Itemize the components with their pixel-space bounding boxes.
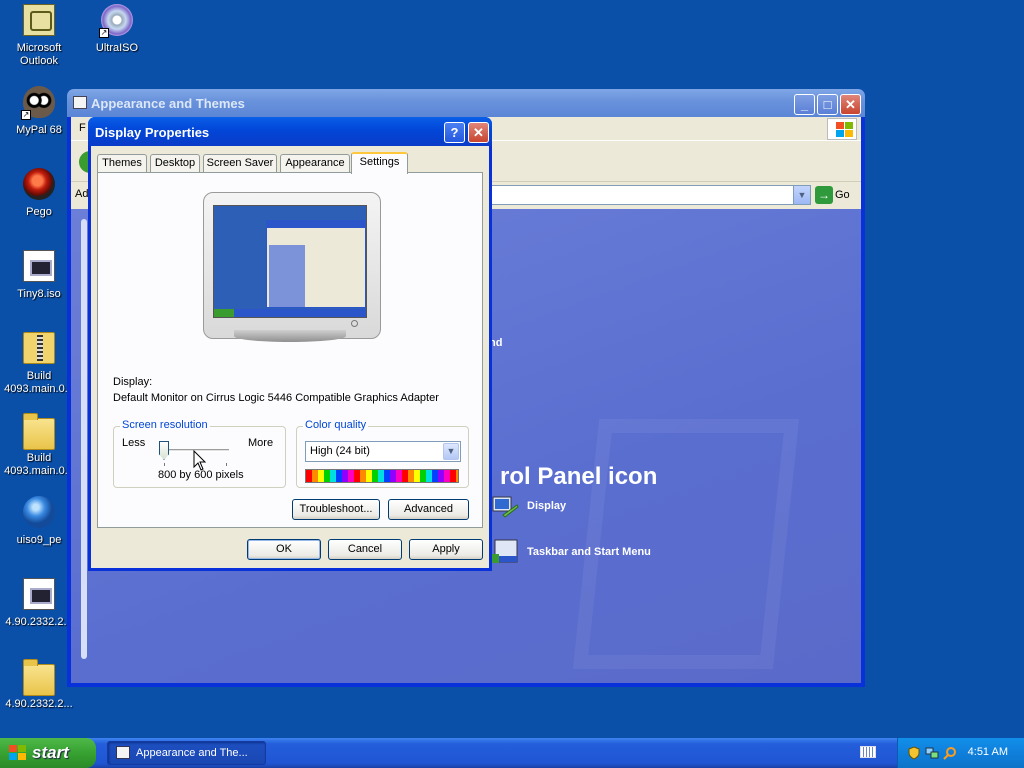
display-icon [492, 496, 519, 518]
preview-taskbar [214, 309, 366, 317]
control-panel-icon [116, 746, 130, 759]
color-quality-caption: Color quality [303, 419, 369, 431]
red-orb-icon [23, 168, 55, 200]
slider-less-label: Less [122, 437, 146, 449]
dialog-close-button[interactable]: ✕ [468, 122, 489, 143]
zip-folder-icon [23, 332, 55, 364]
taskbar-item-label: Appearance and The... [136, 747, 248, 759]
taskbar: start Appearance and The... 4:51 AM [0, 738, 1024, 768]
settings-panel: Display: Default Monitor on Cirrus Logic… [97, 172, 483, 528]
monitor-screen [213, 205, 367, 318]
apply-button[interactable]: Apply [409, 539, 483, 560]
desktop-icon-label: 4.90.2332.2... [5, 698, 73, 710]
iso-file-icon [23, 250, 55, 282]
display-properties-dialog: Display Properties ? ✕ Themes Desktop Sc… [88, 117, 492, 571]
security-shield-icon[interactable] [907, 746, 921, 760]
tab-appearance[interactable]: Appearance [280, 154, 350, 173]
go-label: Go [835, 189, 850, 201]
chevron-down-icon[interactable]: ▼ [793, 186, 810, 204]
system-tray: 4:51 AM [897, 738, 1024, 768]
ok-button[interactable]: OK [247, 539, 321, 560]
windows-logo-icon [9, 745, 27, 761]
go-button[interactable]: → Go [815, 185, 851, 205]
address-label: Ad [75, 188, 89, 200]
search-icon[interactable] [943, 746, 957, 760]
task-pane [81, 219, 87, 659]
screen-resolution-caption: Screen resolution [120, 419, 210, 431]
maximize-button[interactable]: □ [817, 94, 838, 115]
monitor-preview [203, 192, 381, 339]
slider-tick [164, 463, 165, 466]
tab-screen-saver[interactable]: Screen Saver [203, 154, 277, 173]
start-label: start [32, 743, 69, 762]
globe-icon [23, 496, 55, 528]
help-button[interactable]: ? [444, 122, 465, 143]
folder-icon [23, 659, 55, 696]
resolution-slider-thumb[interactable] [159, 441, 169, 460]
desktop-icon-outlook[interactable]: Microsoft Outlook [0, 4, 78, 68]
network-icon[interactable] [925, 746, 939, 760]
menu-file[interactable]: F [79, 122, 86, 134]
cancel-button[interactable]: Cancel [328, 539, 402, 560]
tab-settings[interactable]: Settings [351, 152, 408, 174]
display-link[interactable]: Display [527, 500, 566, 512]
color-quality-value: High (24 bit) [310, 445, 370, 457]
address-input[interactable]: ▼ [491, 185, 811, 205]
keyboard-icon[interactable] [860, 746, 876, 758]
close-button[interactable]: ✕ [840, 94, 861, 115]
preview-start [214, 309, 234, 317]
explorer-title: Appearance and Themes [91, 96, 245, 111]
cd-icon: ↗ [99, 4, 133, 38]
dialog-titlebar[interactable]: Display Properties [88, 117, 492, 146]
desktop-icon-label: Microsoft Outlook [16, 42, 62, 67]
outlook-icon [23, 4, 55, 36]
mouse-cursor-icon [193, 450, 207, 471]
raccoon-icon: ↗ [21, 86, 55, 120]
taskbar-link[interactable]: Taskbar and Start Menu [527, 546, 651, 558]
desktop-icon-ultraiso[interactable]: ↗ UltraISO [78, 4, 156, 55]
explorer-titlebar[interactable]: Appearance and Themes [67, 89, 865, 117]
display-label: Display: [113, 376, 153, 388]
slider-more-label: More [248, 437, 274, 449]
watermark-graphic [572, 419, 800, 669]
go-arrow-icon: → [815, 186, 833, 204]
tab-desktop[interactable]: Desktop [150, 154, 200, 173]
preview-window [266, 220, 366, 308]
color-quality-group: Color quality High (24 bit) ▼ [296, 419, 469, 488]
windows-logo-icon [827, 118, 857, 140]
tab-themes[interactable]: Themes [97, 154, 147, 173]
taskbar-item-appearance[interactable]: Appearance and The... [107, 741, 266, 765]
page-heading: rol Panel icon [500, 463, 658, 490]
advanced-button[interactable]: Advanced [388, 499, 469, 520]
power-knob-icon [351, 320, 358, 327]
clock: 4:51 AM [967, 746, 1008, 758]
desktop-icon-label: UltraISO [95, 42, 139, 54]
folder-icon [23, 413, 55, 450]
minimize-button[interactable]: _ [794, 94, 815, 115]
dialog-title: Display Properties [95, 125, 210, 140]
dialog-body: Themes Desktop Screen Saver Appearance S… [91, 146, 489, 568]
iso-file-icon [23, 578, 55, 610]
control-panel-icon [73, 96, 87, 109]
display-adapter-value: Default Monitor on Cirrus Logic 5446 Com… [113, 392, 439, 404]
color-spectrum-bar [305, 469, 459, 483]
start-button[interactable]: start [0, 738, 96, 768]
monitor-stand [234, 330, 346, 342]
troubleshoot-button[interactable]: Troubleshoot... [292, 499, 380, 520]
slider-tick [226, 463, 227, 466]
taskbar-icon [491, 539, 518, 563]
chevron-down-icon[interactable]: ▼ [443, 443, 459, 460]
color-quality-select[interactable]: High (24 bit) ▼ [305, 441, 461, 462]
